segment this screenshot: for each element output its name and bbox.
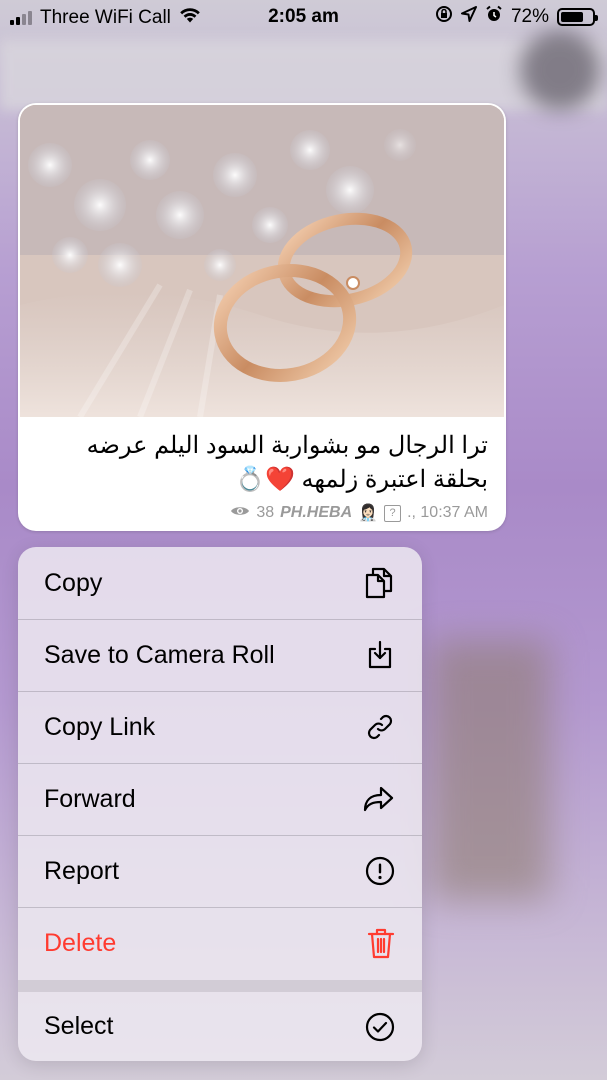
- message-caption: ترا الرجال مو بشواربة السود اليلم عرضه ب…: [38, 429, 488, 497]
- message-time: ., 10:37 AM: [407, 504, 488, 521]
- menu-item-report[interactable]: Report: [18, 835, 422, 907]
- message-meta: 38 PH.HEBA 👩🏻‍⚕️ ? ., 10:37 AM: [230, 503, 488, 523]
- forward-arrow-icon: [363, 785, 395, 813]
- caption-line-1: ترا الرجال مو بشواربة السود اليلم عرضه: [86, 432, 488, 459]
- menu-item-label: Select: [44, 1012, 114, 1040]
- caption-line-2: بحلقة اعتبرة زلمهه ❤️💍: [235, 466, 488, 493]
- alarm-clock-icon: [485, 5, 503, 29]
- location-arrow-icon: [460, 6, 477, 28]
- menu-item-forward[interactable]: Forward: [18, 763, 422, 835]
- eye-views-icon: [230, 504, 250, 523]
- message-bubble[interactable]: ترا الرجال مو بشواربة السود اليلم عرضه ب…: [18, 103, 506, 531]
- signature-emoji: 👩🏻‍⚕️: [358, 505, 379, 522]
- view-count: 38: [256, 504, 275, 521]
- checkmark-circle-icon: [365, 1012, 395, 1042]
- menu-item-label: Copy Link: [44, 712, 156, 741]
- menu-item-save-to-camera-roll[interactable]: Save to Camera Roll: [18, 619, 422, 691]
- context-menu: Copy Save to Camera Roll Copy Link Forwa…: [18, 547, 422, 1061]
- unsupported-glyph: ?: [384, 504, 402, 522]
- menu-item-copy-link[interactable]: Copy Link: [18, 691, 422, 763]
- menu-item-label: Copy: [44, 568, 103, 597]
- copy-icon: [363, 566, 395, 600]
- save-download-icon: [365, 640, 395, 670]
- menu-item-label: Save to Camera Roll: [44, 640, 275, 669]
- battery-icon: [557, 8, 598, 26]
- menu-item-label: Report: [44, 856, 120, 885]
- wedding-rings-photo[interactable]: [20, 105, 504, 417]
- menu-section-divider: [18, 980, 422, 992]
- menu-item-delete[interactable]: Delete: [18, 907, 422, 979]
- battery-percent: 72%: [510, 6, 549, 27]
- menu-item-copy[interactable]: Copy: [18, 547, 422, 619]
- trash-icon: [367, 927, 395, 959]
- post-signature: PH.HEBA: [280, 504, 353, 521]
- menu-item-label: Delete: [44, 928, 117, 957]
- exclamation-circle-icon: [365, 856, 395, 886]
- rotation-lock-icon: [435, 5, 453, 29]
- link-icon: [365, 712, 395, 742]
- status-bar: Three WiFi Call 2:05 am 72%: [0, 0, 607, 34]
- menu-item-select[interactable]: Select: [18, 992, 422, 1061]
- menu-item-label: Forward: [44, 784, 136, 813]
